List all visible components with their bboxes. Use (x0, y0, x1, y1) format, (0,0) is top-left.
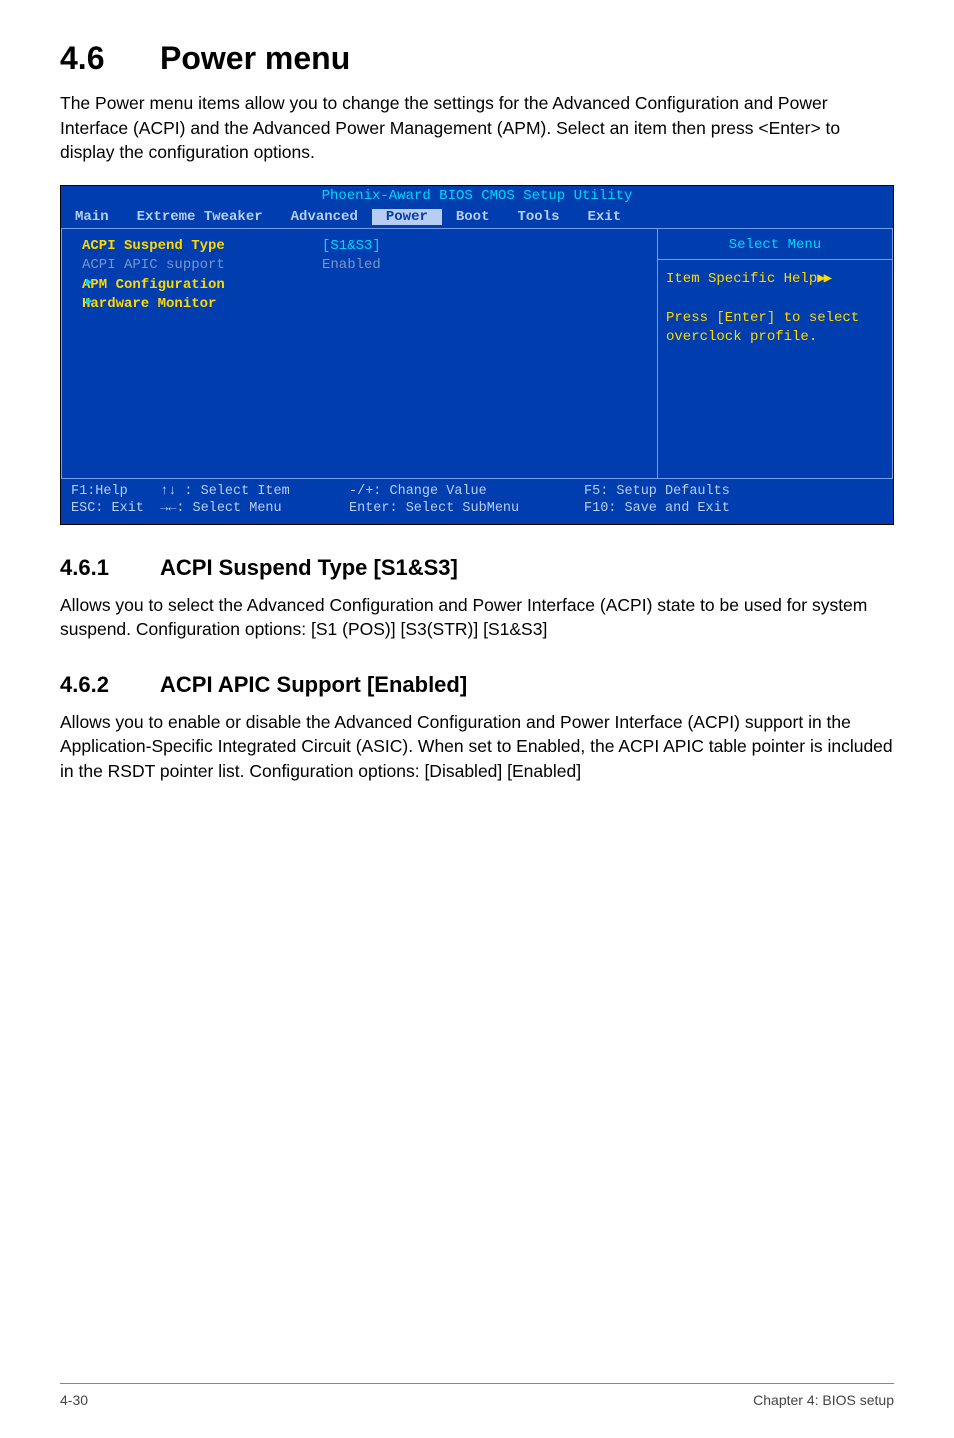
bios-title: Phoenix-Award BIOS CMOS Setup Utility (61, 186, 893, 206)
option-value: [S1&S3] (322, 237, 381, 257)
bios-menubar: Main Extreme Tweaker Advanced Power Boot… (61, 206, 893, 228)
footer-setup-defaults: F5: Setup Defaults (584, 483, 730, 501)
submenu-icon: ▶ (86, 276, 93, 291)
footer-col3: F5: Setup Defaults F10: Save and Exit (584, 483, 730, 518)
option-apm-configuration[interactable]: ▶ APM Configuration (82, 276, 647, 296)
option-hardware-monitor[interactable]: ▶ Hardware Monitor (82, 295, 647, 315)
help-body: Item Specific Help▶▶ Press [Enter] to se… (658, 260, 892, 358)
option-label: APM Configuration (82, 276, 322, 296)
menu-advanced[interactable]: Advanced (277, 209, 372, 225)
footer-change-value: -/+: Change Value (349, 483, 584, 501)
subsection-number: 4.6.1 (60, 555, 160, 581)
subsection-title: ACPI APIC Support [Enabled] (160, 672, 467, 697)
menu-power[interactable]: Power (372, 209, 442, 225)
help-line1: Item Specific Help (666, 271, 817, 287)
section-title-text: Power menu (160, 40, 350, 76)
page-number: 4-30 (60, 1392, 88, 1408)
menu-extreme-tweaker[interactable]: Extreme Tweaker (123, 209, 277, 225)
intro-paragraph: The Power menu items allow you to change… (60, 91, 894, 165)
submenu-icon: ▶ (86, 295, 93, 310)
option-acpi-suspend-type[interactable]: ACPI Suspend Type [S1&S3] (82, 237, 647, 257)
section-number: 4.6 (60, 40, 160, 77)
footer-col1: F1:Help ↑↓ : Select Item ESC: Exit →←: S… (71, 483, 349, 518)
footer-help-select-item: F1:Help ↑↓ : Select Item (71, 483, 349, 501)
menu-tools[interactable]: Tools (503, 209, 573, 225)
option-acpi-apic-support[interactable]: ACPI APIC support Enabled (82, 256, 647, 276)
bios-footer: F1:Help ↑↓ : Select Item ESC: Exit →←: S… (61, 479, 893, 524)
footer-exit-select-menu: ESC: Exit →←: Select Menu (71, 500, 349, 518)
double-arrow-icon: ▶▶ (817, 271, 830, 287)
option-label: Hardware Monitor (82, 295, 322, 315)
menu-main[interactable]: Main (61, 209, 123, 225)
subsection-number: 4.6.2 (60, 672, 160, 698)
bios-help-pane: Select Menu Item Specific Help▶▶ Press [… (658, 229, 893, 479)
option-value: Enabled (322, 256, 381, 276)
section-title: 4.6Power menu (60, 40, 894, 77)
footer-select-submenu: Enter: Select SubMenu (349, 500, 584, 518)
bios-options-pane: ACPI Suspend Type [S1&S3] ACPI APIC supp… (61, 229, 658, 479)
footer-col2: -/+: Change Value Enter: Select SubMenu (349, 483, 584, 518)
option-label: ACPI APIC support (82, 256, 322, 276)
bios-screen: Phoenix-Award BIOS CMOS Setup Utility Ma… (60, 185, 894, 525)
subsection-title: ACPI Suspend Type [S1&S3] (160, 555, 458, 580)
help-line2: Press [Enter] to select overclock profil… (666, 310, 859, 346)
chapter-label: Chapter 4: BIOS setup (753, 1392, 894, 1408)
menu-boot[interactable]: Boot (442, 209, 504, 225)
subsection-462-body: Allows you to enable or disable the Adva… (60, 710, 894, 784)
menu-exit[interactable]: Exit (574, 209, 636, 225)
subsection-461-heading: 4.6.1ACPI Suspend Type [S1&S3] (60, 555, 894, 581)
help-title: Select Menu (658, 229, 892, 260)
option-label: ACPI Suspend Type (82, 237, 322, 257)
page-footer: 4-30 Chapter 4: BIOS setup (60, 1383, 894, 1408)
bios-body: ACPI Suspend Type [S1&S3] ACPI APIC supp… (61, 228, 893, 479)
footer-save-exit: F10: Save and Exit (584, 500, 730, 518)
subsection-461-body: Allows you to select the Advanced Config… (60, 593, 894, 642)
subsection-462-heading: 4.6.2ACPI APIC Support [Enabled] (60, 672, 894, 698)
